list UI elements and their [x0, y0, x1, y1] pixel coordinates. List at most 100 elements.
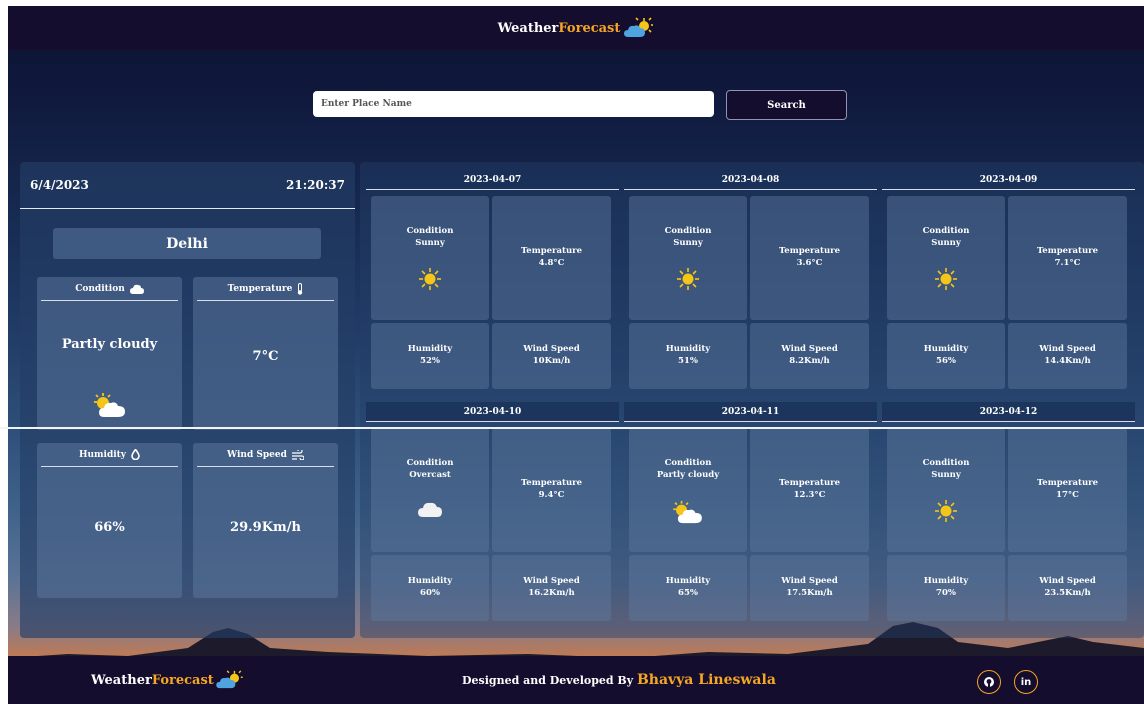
humidity-value: 60%	[420, 588, 440, 598]
condition-value: Sunny	[673, 238, 703, 248]
forecast-temperature-tile: Temperature 4.8°C	[492, 196, 611, 320]
current-wind-value: 29.9Km/h	[230, 520, 301, 535]
current-time: 21:20:37	[286, 178, 345, 192]
current-date: 6/4/2023	[30, 178, 89, 192]
temperature-label: Temperature	[520, 478, 583, 488]
condition-value: Sunny	[415, 238, 445, 248]
current-humidity-card: Humidity 66%	[37, 443, 182, 598]
humidity-value: 56%	[936, 356, 956, 366]
temperature-value: 4.8°C	[538, 258, 565, 268]
humidity-label: Humidity	[923, 344, 969, 354]
footer-credit: Designed and Developed By Bhavya Lineswa…	[462, 672, 776, 688]
condition-value: Sunny	[931, 470, 961, 480]
forecast-temperature-tile: Temperature 12.3°C	[750, 428, 869, 552]
current-datetime-bar: 6/4/2023 21:20:37	[20, 162, 355, 208]
temperature-value: 7.1°C	[1054, 258, 1081, 268]
humidity-value: 65%	[678, 588, 698, 598]
header-brand[interactable]: Weather Forecast	[498, 17, 655, 39]
humidity-card-title: Humidity	[41, 443, 178, 467]
github-link[interactable]	[977, 670, 1001, 694]
horizontal-rule	[0, 427, 1144, 429]
forecast-wind-tile: Wind Speed 14.4Km/h	[1008, 323, 1127, 389]
wind-value: 8.2Km/h	[789, 356, 830, 366]
search-button[interactable]: Search	[726, 90, 847, 120]
condition-label: Condition	[406, 226, 454, 236]
forecast-day-card: 2023-04-09 Condition Sunny Temperature 7…	[882, 170, 1135, 398]
partly-cloudy-icon	[629, 500, 747, 524]
search-row: Search	[8, 90, 1144, 121]
water-drop-icon	[131, 449, 140, 460]
wind-value: 14.4Km/h	[1044, 356, 1091, 366]
condition-card-title: Condition	[41, 277, 178, 301]
condition-label: Condition	[922, 458, 970, 468]
partly-cloudy-icon	[93, 393, 125, 417]
wind-value: 23.5Km/h	[1044, 588, 1091, 598]
condition-value: Sunny	[931, 238, 961, 248]
partly-cloudy-icon	[216, 670, 243, 689]
forecast-condition-tile: Condition Sunny	[629, 196, 747, 320]
forecast-humidity-tile: Humidity 70%	[887, 555, 1005, 621]
city-name: Delhi	[53, 228, 321, 259]
place-search-input[interactable]	[313, 91, 714, 117]
wind-label: Wind Speed	[523, 344, 580, 354]
app-frame: WeatherForecast Search 6/4/2023 21:20:37…	[8, 6, 1144, 704]
temperature-label: Temperature	[1036, 246, 1099, 256]
humidity-value: 51%	[678, 356, 698, 366]
humidity-label: Humidity	[665, 576, 711, 586]
humidity-title-text: Humidity	[78, 449, 127, 460]
brand-accent-text: Forecast	[558, 20, 621, 36]
footer-brand[interactable]: Weather Forecast	[91, 670, 244, 690]
thermometer-icon	[298, 282, 303, 295]
sun-icon	[887, 500, 1005, 522]
forecast-day-card: 2023-04-07 Condition Sunny Temperature 4…	[366, 170, 619, 398]
wind-label: Wind Speed	[781, 576, 838, 586]
forecast-condition-tile: Condition Sunny	[371, 196, 489, 320]
credit-author-link[interactable]: Bhavya Lineswala	[637, 672, 776, 688]
condition-label: Condition	[664, 226, 712, 236]
wind-value: 10Km/h	[532, 356, 571, 366]
humidity-label: Humidity	[665, 344, 711, 354]
footer-brand-accent: Forecast	[151, 672, 214, 688]
linkedin-icon: in	[1020, 676, 1032, 688]
credit-prefix: Designed and Developed By	[462, 674, 634, 687]
temperature-value: 3.6°C	[796, 258, 823, 268]
wind-value: 16.2Km/h	[528, 588, 575, 598]
forecast-humidity-tile: Humidity 56%	[887, 323, 1005, 389]
temperature-label: Temperature	[778, 246, 841, 256]
humidity-label: Humidity	[407, 576, 453, 586]
forecast-condition-tile: Condition Sunny	[887, 428, 1005, 552]
current-condition-card: Condition Partly cloudy	[37, 277, 182, 430]
forecast-date: 2023-04-11	[624, 402, 877, 422]
forecast-date: 2023-04-08	[624, 170, 877, 190]
forecast-wind-tile: Wind Speed 23.5Km/h	[1008, 555, 1127, 621]
sun-icon	[887, 268, 1005, 290]
forecast-day-card: 2023-04-11 Condition Partly cloudy Tempe…	[624, 402, 877, 630]
forecast-humidity-tile: Humidity 51%	[629, 323, 747, 389]
current-wind-card: Wind Speed 29.9Km/h	[193, 443, 338, 598]
temperature-title-text: Temperature	[227, 283, 293, 294]
current-condition-value: Partly cloudy	[61, 337, 158, 352]
forecast-condition-tile: Condition Overcast	[371, 428, 489, 552]
wind-label: Wind Speed	[1039, 576, 1096, 586]
current-temperature-value: 7°C	[252, 349, 279, 364]
temperature-value: 12.3°C	[793, 490, 826, 500]
temperature-label: Temperature	[1036, 478, 1099, 488]
condition-label: Condition	[922, 226, 970, 236]
condition-label: Condition	[664, 458, 712, 468]
forecast-day-card: 2023-04-08 Condition Sunny Temperature 3…	[624, 170, 877, 398]
temperature-label: Temperature	[778, 478, 841, 488]
wind-icon	[291, 449, 304, 460]
wind-label: Wind Speed	[523, 576, 580, 586]
footer: Weather Forecast Designed and Developed B…	[8, 656, 1144, 704]
cloud-icon	[129, 284, 144, 294]
forecast-wind-tile: Wind Speed 17.5Km/h	[750, 555, 869, 621]
forecast-date: 2023-04-09	[882, 170, 1135, 190]
linkedin-link[interactable]: in	[1014, 670, 1038, 694]
forecast-wind-tile: Wind Speed 16.2Km/h	[492, 555, 611, 621]
condition-label: Condition	[406, 458, 454, 468]
forecast-temperature-tile: Temperature 7.1°C	[1008, 196, 1127, 320]
humidity-label: Humidity	[923, 576, 969, 586]
sun-icon	[371, 268, 489, 290]
humidity-value: 52%	[420, 356, 440, 366]
forecast-date: 2023-04-12	[882, 402, 1135, 422]
